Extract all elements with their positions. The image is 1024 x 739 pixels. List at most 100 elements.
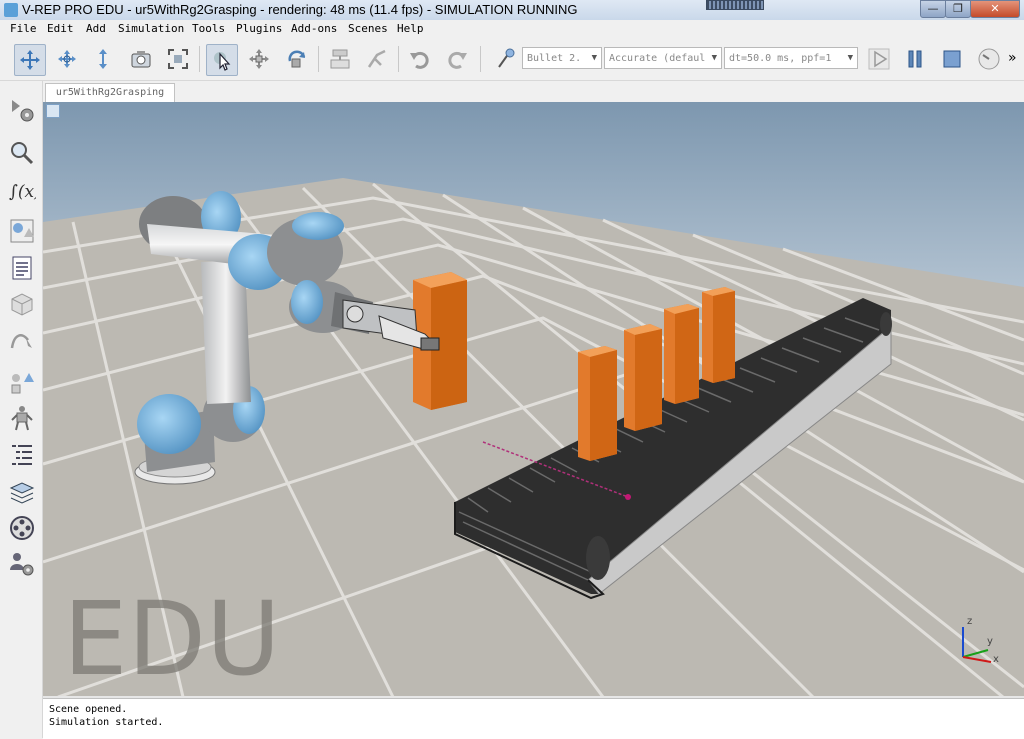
scene-render[interactable]: EDU z y x	[43, 102, 1024, 697]
undo-icon	[410, 51, 429, 69]
menu-edit[interactable]: Edit	[47, 22, 74, 35]
camera-rotate-button[interactable]	[52, 44, 82, 74]
maximize-button[interactable]: ❐	[945, 0, 971, 18]
camera-shift-button[interactable]	[88, 44, 118, 74]
object-select-button[interactable]	[206, 44, 238, 76]
transfer-dna-button[interactable]	[362, 44, 392, 74]
menu-addons[interactable]: Add-ons	[291, 22, 337, 35]
tree-list-icon	[12, 445, 32, 465]
fit-to-view-button[interactable]	[163, 44, 193, 74]
physics-engine-select[interactable]: Bullet 2. ▼	[522, 47, 602, 69]
svg-text:∫(x): ∫(x)	[9, 182, 36, 202]
robot-figure-icon	[11, 406, 33, 431]
stop-icon	[943, 50, 961, 68]
path-icon	[10, 334, 32, 349]
menu-bar: File Edit Add Simulation Tools Plugins A…	[0, 20, 1024, 38]
toolbar-overflow-button[interactable]: »	[1008, 50, 1017, 66]
video-recorder-button[interactable]	[6, 513, 38, 543]
object-rotate-button[interactable]	[282, 44, 312, 74]
window-title: V-REP PRO EDU - ur5WithRg2Grasping - ren…	[22, 2, 578, 17]
chevron-down-icon: ▼	[847, 53, 853, 63]
fit-view-icon	[168, 49, 188, 69]
menu-tools[interactable]: Tools	[192, 22, 225, 35]
object-properties-button[interactable]	[6, 289, 38, 319]
axis-z-label: z	[967, 616, 972, 627]
view-selector-button[interactable]	[46, 104, 60, 118]
scene-viewport[interactable]: EDU z y x	[43, 102, 1024, 697]
layers-button[interactable]	[6, 478, 38, 508]
robot-button[interactable]	[6, 403, 38, 433]
menu-simulation[interactable]: Simulation	[118, 22, 184, 35]
cube-edit-icon	[11, 293, 33, 316]
main-toolbar: Bullet 2. ▼ Accurate (defaul ▼ dt=50.0 ms,…	[0, 38, 1024, 81]
scene-tabs: ur5WithRg2Grasping	[43, 81, 1024, 103]
camera-icon	[131, 51, 151, 68]
pause-simulation-button[interactable]	[900, 44, 930, 74]
object-translate-button[interactable]	[244, 44, 274, 74]
dynamics-toggle-button[interactable]	[490, 44, 520, 74]
shapes-icon	[10, 219, 34, 243]
tab-scene[interactable]: ur5WithRg2Grasping	[45, 83, 175, 103]
timestep-value: dt=50.0 ms, ppf=1	[729, 53, 832, 64]
edu-watermark: EDU	[63, 580, 281, 697]
path-edit-button[interactable]	[6, 325, 38, 355]
stop-simulation-button[interactable]	[937, 44, 967, 74]
chevron-down-icon: ▼	[711, 53, 717, 63]
scene-hierarchy-button[interactable]	[6, 253, 38, 283]
camera-pan-button[interactable]	[14, 44, 46, 76]
chevron-down-icon: ▼	[591, 53, 597, 63]
accuracy-select[interactable]: Accurate (defaul ▼	[604, 47, 722, 69]
close-button[interactable]: ✕	[970, 0, 1020, 18]
minimize-button[interactable]: —	[920, 0, 946, 18]
redo-icon	[448, 51, 467, 69]
menu-add[interactable]: Add	[86, 22, 106, 35]
menu-scenes[interactable]: Scenes	[348, 22, 388, 35]
user-gear-icon	[10, 553, 34, 576]
magnifier-icon	[11, 142, 34, 165]
accuracy-value: Accurate (defaul	[609, 53, 706, 64]
scripts-button[interactable]: ∫(x)	[6, 175, 38, 205]
film-reel-icon	[10, 516, 34, 540]
console-line: Simulation started.	[49, 717, 164, 728]
timestep-select[interactable]: dt=50.0 ms, ppf=1 ▼	[724, 47, 858, 69]
menu-help[interactable]: Help	[397, 22, 424, 35]
function-icon: ∫(x)	[9, 182, 36, 202]
axis-x-label: x	[993, 654, 999, 665]
title-bar: V-REP PRO EDU - ur5WithRg2Grasping - ren…	[0, 0, 1024, 21]
simulation-settings-button[interactable]	[6, 95, 38, 125]
sim-settings-icon	[12, 100, 34, 122]
status-indicator	[706, 0, 764, 10]
layers-icon	[9, 482, 35, 504]
pendulum-icon	[498, 48, 515, 68]
app-icon	[4, 3, 18, 17]
model-browser-button[interactable]	[6, 367, 38, 397]
rotate-arrows-icon	[58, 50, 76, 68]
object-rotate-icon	[288, 50, 306, 68]
console-line: Scene opened.	[49, 704, 128, 715]
physics-engine-value: Bullet 2.	[527, 53, 582, 64]
vertical-arrows-icon	[99, 49, 107, 69]
menu-file[interactable]: File	[10, 22, 37, 35]
undo-button[interactable]	[405, 44, 435, 74]
calculation-modules-button[interactable]	[6, 138, 38, 168]
assemble-button[interactable]	[325, 44, 355, 74]
model-shapes-icon	[11, 373, 34, 394]
user-settings-button[interactable]	[6, 549, 38, 579]
layers-list-button[interactable]	[6, 440, 38, 470]
shape-edit-button[interactable]	[6, 216, 38, 246]
redo-button[interactable]	[442, 44, 472, 74]
realtime-mode-button[interactable]	[974, 44, 1004, 74]
dna-icon	[367, 49, 386, 68]
clock-icon	[978, 48, 1000, 70]
left-toolbar: ∫(x)	[0, 81, 43, 738]
menu-plugins[interactable]: Plugins	[236, 22, 282, 35]
pause-icon	[908, 50, 922, 68]
document-icon	[12, 256, 32, 280]
assemble-icon	[330, 49, 350, 69]
move-arrows-icon	[20, 50, 40, 70]
status-console: Scene opened. Simulation started.	[43, 698, 1024, 739]
camera-angle-button[interactable]	[126, 44, 156, 74]
axis-y-label: y	[987, 636, 993, 647]
play-icon	[868, 48, 890, 70]
start-simulation-button[interactable]	[864, 44, 894, 74]
